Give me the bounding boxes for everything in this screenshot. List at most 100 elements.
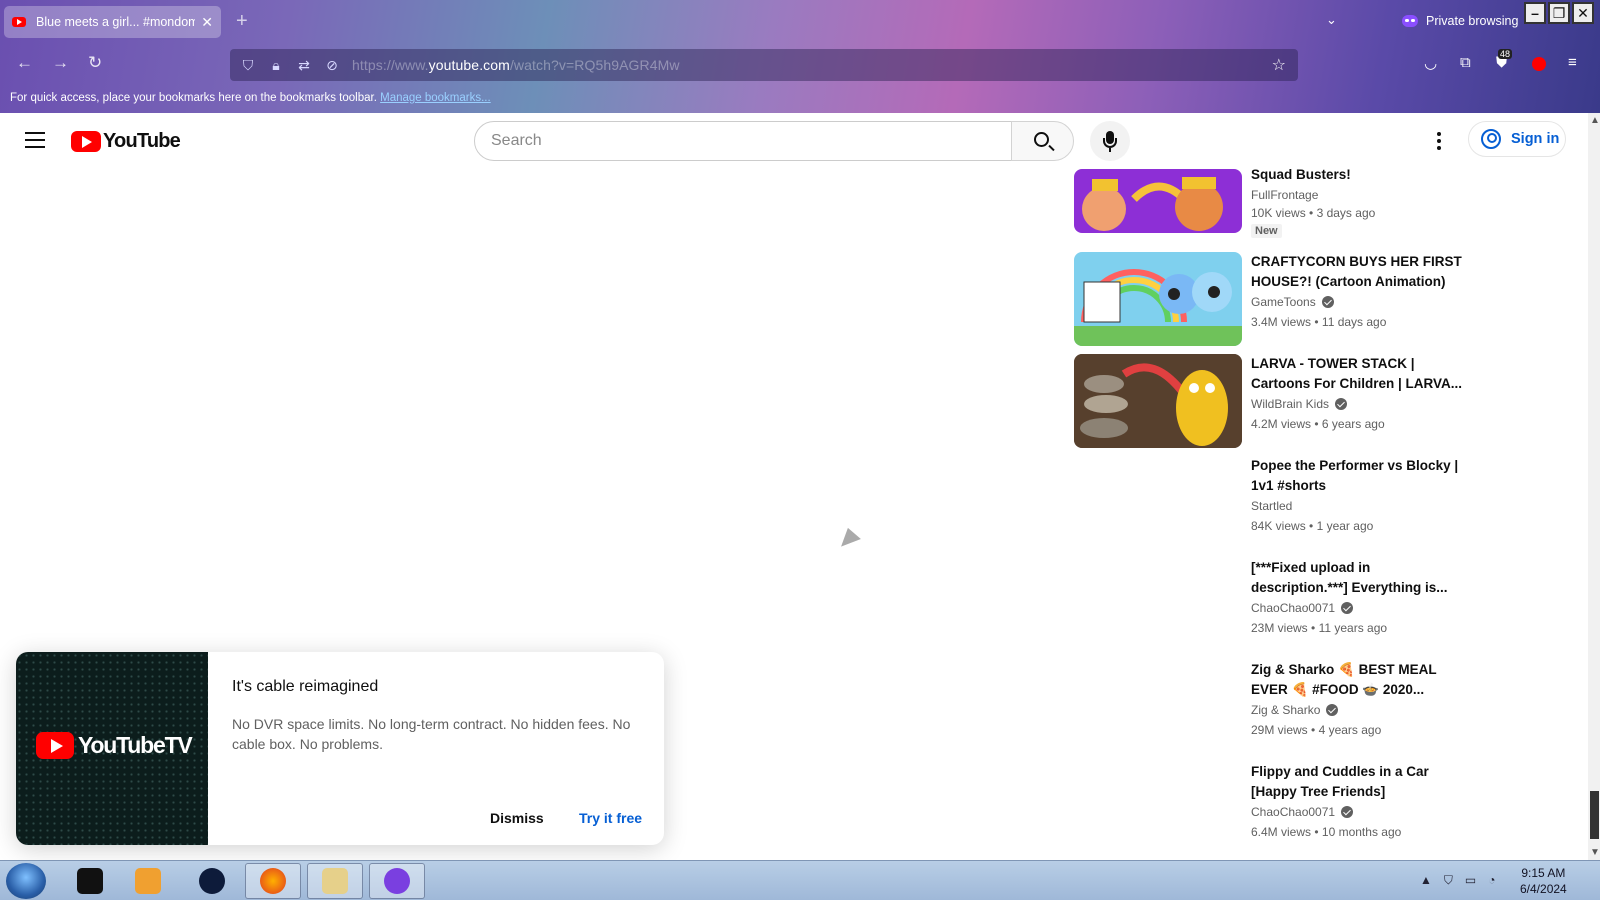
firefox-icon [260,868,286,894]
taskbar-app-private-window[interactable] [369,863,425,899]
taskbar-app-firefox[interactable] [245,863,301,899]
clock-date: 6/4/2024 [1520,882,1567,896]
channel-label: ChaoChao0071 [1251,805,1336,819]
channel-name[interactable]: Startled [1251,499,1463,513]
taskbar-app-terminal[interactable] [62,863,118,899]
bookmarks-hint: For quick access, place your bookmarks h… [10,92,377,104]
video-title[interactable]: Zig & Sharko 🍕 BEST MEAL EVER 🍕 #FOOD 🍲 … [1251,660,1463,700]
taskbar-app-file-explorer[interactable] [307,863,363,899]
video-title[interactable]: [***Fixed upload in description.***] Eve… [1251,558,1463,598]
tab-close-icon[interactable]: ✕ [201,14,213,31]
reload-icon[interactable]: ↻ [88,53,102,73]
security-shield-icon[interactable]: ⛉ [1444,873,1453,888]
private-browsing-indicator: Private browsing [1402,14,1518,28]
youtube-logo[interactable]: YouTube [71,130,181,153]
list-item[interactable]: Flippy and Cuddles in a Car [Happy Tree … [1074,762,1464,857]
verified-check-icon [1335,398,1348,410]
tracking-shield-icon[interactable]: ⛉ [240,57,256,74]
navigation-toolbar: ← → ↻ ⛉ 🔒︎ ⇄ ⊘ https://www.youtube.com/w… [0,44,1600,86]
scrollbar-thumb[interactable] [1590,791,1599,839]
view-count: 29M views [1251,723,1308,737]
menu-icon[interactable]: ≡ [1568,54,1577,71]
video-title[interactable]: Squad Busters! [1251,165,1463,185]
youtube-tv-promo: YouTubeTV It's cable reimagined No DVR s… [16,652,664,845]
new-tab-button[interactable]: + [236,10,248,33]
tray-expand-icon[interactable]: ▲ [1420,873,1432,888]
upload-age: 11 years ago [1318,621,1388,635]
bookmarks-toolbar: For quick access, place your bookmarks h… [10,92,491,104]
page-scrollbar[interactable]: ▲ ▼ [1588,113,1600,860]
forward-arrow-icon[interactable]: → [52,53,69,73]
guide-menu-icon[interactable] [25,132,45,148]
video-thumbnail[interactable] [1074,354,1242,448]
autoplay-blocked-icon[interactable]: ⊘ [324,57,340,74]
list-item[interactable]: [***Fixed upload in description.***] Eve… [1074,558,1464,653]
list-item[interactable]: CRAFTYCORN BUYS HER FIRST HOUSE?! (Carto… [1074,252,1464,347]
extension-badge: 48 [1498,49,1513,59]
channel-name[interactable]: ChaoChao0071 [1251,805,1463,819]
display-icon[interactable]: ▭ [1465,873,1476,888]
taskbar-app-media-player[interactable] [120,863,176,899]
promo-image: YouTubeTV [16,652,208,845]
address-bar[interactable]: ⛉ 🔒︎ ⇄ ⊘ https://www.youtube.com/watch?v… [230,49,1298,81]
clock-time: 9:15 AM [1521,866,1566,880]
video-stats: 3.4M views • 11 days ago [1251,315,1387,329]
close-window-button[interactable]: ✕ [1572,2,1594,24]
account-icon [1481,129,1501,149]
youtube-wordmark: YouTube [103,130,181,152]
manage-bookmarks-link[interactable]: Manage bookmarks... [380,92,491,104]
video-title[interactable]: Flippy and Cuddles in a Car [Happy Tree … [1251,762,1463,802]
start-button[interactable] [6,863,46,899]
list-all-tabs-icon[interactable]: ⌄ [1326,12,1337,28]
channel-name[interactable]: FullFrontage [1251,188,1463,202]
system-clock[interactable]: 9:15 AM 6/4/2024 [1520,865,1567,897]
settings-kebab-icon[interactable] [1437,132,1441,153]
extensions-icon[interactable]: ⧉ [1460,54,1471,71]
voice-search-button[interactable] [1090,121,1130,161]
permissions-icon[interactable]: ⇄ [296,57,312,74]
verified-check-icon [1321,296,1334,308]
youtube-extension-icon[interactable] [1532,57,1546,71]
minimize-button[interactable]: – [1524,2,1546,24]
channel-name[interactable]: Zig & Sharko [1251,703,1463,717]
video-title[interactable]: CRAFTYCORN BUYS HER FIRST HOUSE?! (Carto… [1251,252,1463,292]
lock-icon[interactable]: 🔒︎ [268,57,284,74]
channel-label: ChaoChao0071 [1251,601,1336,615]
video-thumbnail[interactable] [1074,169,1242,233]
channel-name[interactable]: GameToons [1251,295,1463,309]
view-count: 10K views [1251,206,1306,220]
search-button[interactable] [1011,121,1074,161]
tab-title: Blue meets a girl... #mondome... [36,15,196,29]
os-taskbar: ▲ ⛉ ▭ ◔ 9:15 AM 6/4/2024 [0,860,1600,900]
list-item[interactable]: Squad Busters! FullFrontage 10K views • … [1074,165,1464,245]
scroll-up-icon[interactable]: ▲ [1590,115,1600,126]
bookmark-star-icon[interactable]: ☆ [1272,55,1286,75]
video-stats: 23M views • 11 years ago [1251,621,1388,635]
try-it-free-button[interactable]: Try it free [579,810,642,826]
url-text[interactable]: https://www.youtube.com/watch?v=RQ5h9AGR… [352,57,680,73]
list-item[interactable]: Popee the Performer vs Blocky | 1v1 #sho… [1074,456,1464,551]
taskbar-app-globe[interactable] [184,863,240,899]
youtube-tv-play-icon [36,732,74,759]
upload-age: 1 year ago [1316,519,1374,533]
channel-name[interactable]: ChaoChao0071 [1251,601,1463,615]
search-input[interactable]: Search [474,121,1012,161]
scroll-down-icon[interactable]: ▼ [1590,847,1600,858]
video-title[interactable]: LARVA - TOWER STACK | Cartoons For Child… [1251,354,1463,394]
channel-name[interactable]: WildBrain Kids [1251,397,1463,411]
channel-label: GameToons [1251,295,1316,309]
video-title[interactable]: Popee the Performer vs Blocky | 1v1 #sho… [1251,456,1463,496]
list-item[interactable]: LARVA - TOWER STACK | Cartoons For Child… [1074,354,1464,449]
terminal-icon [77,868,103,894]
sign-in-button[interactable]: Sign in [1468,121,1566,157]
video-thumbnail[interactable] [1074,252,1242,346]
list-item[interactable]: Zig & Sharko 🍕 BEST MEAL EVER 🍕 #FOOD 🍲 … [1074,660,1464,755]
network-icon[interactable]: ◔ [1488,873,1495,888]
view-count: 84K views [1251,519,1306,533]
tab-youtube[interactable]: Blue meets a girl... #mondome... ✕ [4,6,221,38]
view-count: 4.2M views [1251,417,1312,431]
back-arrow-icon[interactable]: ← [16,53,33,73]
pocket-icon[interactable]: ◡ [1424,54,1437,72]
dismiss-button[interactable]: Dismiss [490,810,544,826]
restore-button[interactable]: ❐ [1548,2,1570,24]
